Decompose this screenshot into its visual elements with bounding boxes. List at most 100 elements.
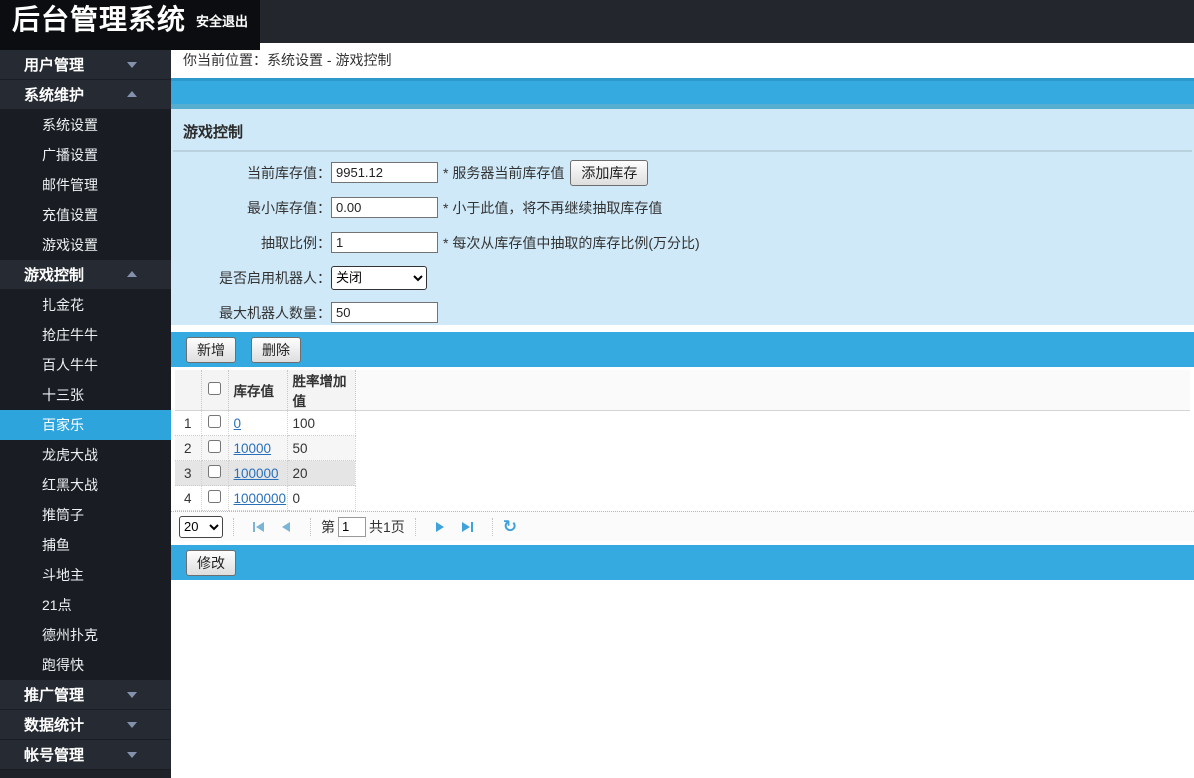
table-row[interactable]: 4 1000000 0 (175, 485, 1190, 511)
draw-ratio-hint: * 每次从库存值中抽取的库存比例(万分比) (443, 234, 700, 251)
first-page-button[interactable] (250, 520, 266, 534)
stock-value-link[interactable]: 0 (234, 416, 242, 431)
prev-page-button[interactable] (278, 520, 294, 534)
sidebar-item-account-management[interactable]: 帐号管理 (0, 740, 171, 770)
sidebar-item-label: 百人牛牛 (42, 357, 98, 373)
chevron-down-icon (127, 751, 137, 758)
row-checkbox[interactable] (208, 440, 221, 453)
sidebar-item-label: 数据统计 (24, 717, 85, 734)
grid-toolbar: 新增 删除 (171, 332, 1194, 367)
add-stock-button[interactable]: 添加库存 (570, 159, 649, 186)
sidebar-submenu-system: 系统设置 广播设置 邮件管理 充值设置 游戏设置 (0, 110, 171, 260)
sidebar-item-qiangzhuangniuniu[interactable]: 抢庄牛牛 (0, 320, 171, 350)
sidebar-item-label: 德州扑克 (42, 627, 98, 643)
sidebar-item-dezhoupuke[interactable]: 德州扑克 (0, 620, 171, 650)
sidebar-item-label: 扎金花 (42, 297, 84, 313)
row-checkbox[interactable] (208, 415, 221, 428)
form-row-min-stock: 最小库存值： * 小于此值，将不再继续抽取库存值 (171, 190, 1194, 225)
select-all-checkbox[interactable] (208, 382, 221, 395)
sidebar-item-zhajinhua[interactable]: 扎金花 (0, 290, 171, 320)
sidebar-item-tuitongzi[interactable]: 推筒子 (0, 500, 171, 530)
form-row-current-stock: 当前库存值： * 服务器当前库存值 添加库存 (171, 155, 1194, 190)
win-rate-cell: 100 (287, 410, 356, 436)
pagination-bar: 20 第 共1页 ↻ (171, 511, 1194, 541)
sidebar-item-mail-management[interactable]: 邮件管理 (0, 170, 171, 200)
delete-row-button[interactable]: 删除 (251, 336, 301, 363)
max-robots-input[interactable] (331, 302, 438, 323)
filler-header (355, 370, 1190, 411)
sidebar-item-system-maintenance[interactable]: 系统维护 (0, 80, 171, 110)
sidebar-item-system-settings[interactable]: 系统设置 (0, 110, 171, 140)
sidebar-item-label: 推筒子 (42, 507, 84, 523)
row-number: 2 (175, 435, 202, 461)
sidebar-item-label: 用户管理 (24, 57, 85, 74)
stock-value-link[interactable]: 100000 (234, 466, 279, 481)
last-page-button[interactable] (460, 520, 476, 534)
sidebar-item-hongheidazhan[interactable]: 红黑大战 (0, 470, 171, 500)
stock-value-link[interactable]: 1000000 (234, 491, 287, 506)
sidebar-item-broadcast-settings[interactable]: 广播设置 (0, 140, 171, 170)
current-stock-input[interactable] (331, 162, 438, 183)
sidebar-item-game-settings[interactable]: 游戏设置 (0, 230, 171, 260)
min-stock-hint: * 小于此值，将不再继续抽取库存值 (443, 199, 663, 216)
win-rate-cell: 50 (287, 435, 356, 461)
select-all-header (201, 370, 229, 411)
win-rate-column-header: 胜率增加值 (287, 370, 356, 411)
filler-cell (355, 460, 1190, 486)
sidebar-item-paodekuai[interactable]: 跑得快 (0, 650, 171, 680)
sidebar-item-longhudazhan[interactable]: 龙虎大战 (0, 440, 171, 470)
brand-area: 后台管理系统 安全退出 (0, 0, 260, 50)
current-stock-label: 当前库存值： (247, 164, 331, 181)
robot-enable-label: 是否启用机器人： (219, 269, 331, 286)
table-row[interactable]: 2 10000 50 (175, 435, 1190, 461)
sidebar-item-game-control[interactable]: 游戏控制 (0, 260, 171, 290)
chevron-down-icon (127, 691, 137, 698)
divider (414, 517, 416, 536)
sidebar-item-label: 游戏设置 (42, 237, 98, 253)
refresh-button[interactable]: ↻ (503, 518, 517, 535)
win-rate-cell: 0 (287, 485, 356, 511)
sidebar-item-label: 抢庄牛牛 (42, 327, 98, 343)
form-row-robot-enable: 是否启用机器人： 关闭 (171, 260, 1194, 295)
add-row-button[interactable]: 新增 (186, 336, 236, 363)
row-checkbox[interactable] (208, 465, 221, 478)
min-stock-input[interactable] (331, 197, 438, 218)
robot-enable-select[interactable]: 关闭 (331, 265, 427, 290)
row-select-cell (201, 460, 229, 486)
logout-link[interactable]: 安全退出 (196, 11, 248, 30)
sidebar-item-bairenniuniu[interactable]: 百人牛牛 (0, 350, 171, 380)
sidebar-item-label: 系统设置 (42, 117, 98, 133)
filler-cell (355, 435, 1190, 461)
stock-table: 库存值 胜率增加值 1 0 100 2 10000 50 3 100000 20… (175, 370, 1194, 511)
divider (491, 517, 493, 536)
sidebar-item-data-statistics[interactable]: 数据统计 (0, 710, 171, 740)
row-select-cell (201, 485, 229, 511)
row-number: 4 (175, 485, 202, 511)
row-checkbox[interactable] (208, 490, 221, 503)
admin-page: 后台管理系统 安全退出 用户管理 系统维护 系统设置 广播设置 邮件管理 充值设… (0, 0, 1194, 778)
page-size-select[interactable]: 20 (179, 515, 223, 538)
spacer (171, 325, 1194, 332)
sidebar-item-label: 游戏控制 (24, 267, 85, 284)
title-divider (173, 150, 1192, 152)
stock-value-link[interactable]: 10000 (234, 441, 272, 456)
sidebar-item-shisanzhang[interactable]: 十三张 (0, 380, 171, 410)
next-page-button[interactable] (432, 520, 448, 534)
page-number-input[interactable] (338, 516, 366, 537)
max-robots-label: 最大机器人数量： (219, 304, 331, 321)
sidebar-item-21dian[interactable]: 21点 (0, 590, 171, 620)
sidebar-item-promotion-management[interactable]: 推广管理 (0, 680, 171, 710)
sidebar-item-recharge-settings[interactable]: 充值设置 (0, 200, 171, 230)
sidebar-item-user-management[interactable]: 用户管理 (0, 50, 171, 80)
draw-ratio-input[interactable] (331, 232, 438, 253)
sidebar-item-doudizhu[interactable]: 斗地主 (0, 560, 171, 590)
table-row[interactable]: 1 0 100 (175, 410, 1190, 436)
sidebar-item-baijiale-selected[interactable]: 百家乐 (0, 410, 171, 440)
row-number: 3 (175, 460, 202, 486)
modify-button[interactable]: 修改 (186, 549, 236, 576)
win-rate-cell: 20 (287, 460, 356, 486)
table-row-highlighted[interactable]: 3 100000 20 (175, 460, 1190, 486)
sidebar-item-label: 帐号管理 (24, 747, 85, 764)
row-number: 1 (175, 410, 202, 436)
sidebar-item-buyu[interactable]: 捕鱼 (0, 530, 171, 560)
